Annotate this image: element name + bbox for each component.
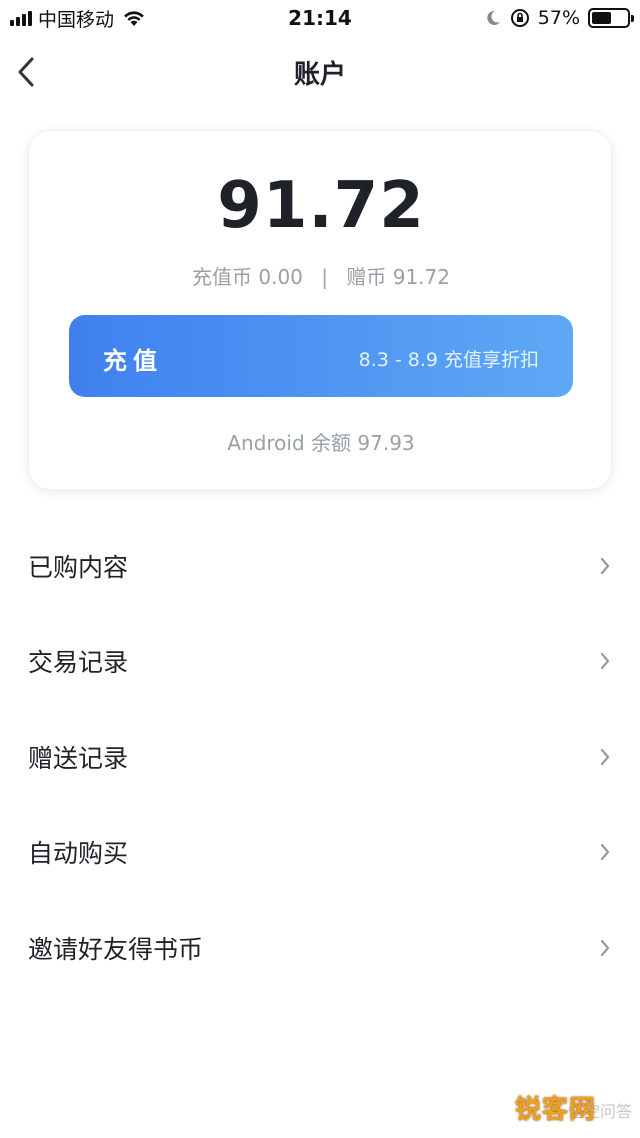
breakdown-separator: | [321,265,328,289]
chevron-right-icon [600,748,610,765]
menu-item-label: 邀请好友得书币 [28,934,204,964]
nav-bar: 账户 [0,36,640,108]
watermark-logo: 锐客网 [514,1095,596,1125]
moon-icon [487,10,500,25]
total-balance: 91.72 [217,169,425,243]
menu-item-label: 赠送记录 [28,743,129,773]
recharge-coin-value: 0.00 [258,265,303,289]
battery-icon [588,8,634,28]
chevron-right-icon [600,844,610,861]
menu-item-invite-friends[interactable]: 邀请好友得书币 [0,900,640,996]
menu-item-purchased[interactable]: 已购内容 [0,518,640,614]
status-right: 57% [484,6,634,30]
recharge-button-label: 充值 [103,347,163,375]
status-bar: 中国移动 21:14 57% [0,0,640,36]
menu-item-gift-records[interactable]: 赠送记录 [0,709,640,805]
menu-item-auto-purchase[interactable]: 自动购买 [0,805,640,901]
account-menu: 已购内容 交易记录 赠送记录 自动购买 邀请好友得书币 [0,518,640,996]
chevron-right-icon [600,653,610,670]
page-title: 账户 [293,60,346,90]
balance-card: 91.72 充值币 0.00 | 赠币 91.72 充值 8.3 - 8.9 充… [28,130,612,490]
menu-item-label: 已购内容 [28,552,129,582]
menu-item-label: 自动购买 [28,839,129,869]
menu-item-transactions[interactable]: 交易记录 [0,614,640,710]
chevron-right-icon [600,557,610,574]
recharge-coin-label: 充值币 [192,265,252,289]
battery-percent: 57% [537,7,580,29]
chevron-right-icon [600,939,610,956]
coin-breakdown: 充值币 0.00 | 赠币 91.72 [29,261,613,290]
recharge-promo-text: 8.3 - 8.9 充值享折扣 [358,349,539,371]
menu-item-label: 交易记录 [28,648,129,678]
battery-fill [592,12,612,24]
rotation-lock-icon [510,9,529,27]
bonus-coin-value: 91.72 [392,265,450,289]
android-balance: Android 余额 97.93 [227,431,415,455]
bonus-coin-label: 赠币 [346,265,387,289]
recharge-button[interactable]: 充值 8.3 - 8.9 充值享折扣 [69,315,573,397]
